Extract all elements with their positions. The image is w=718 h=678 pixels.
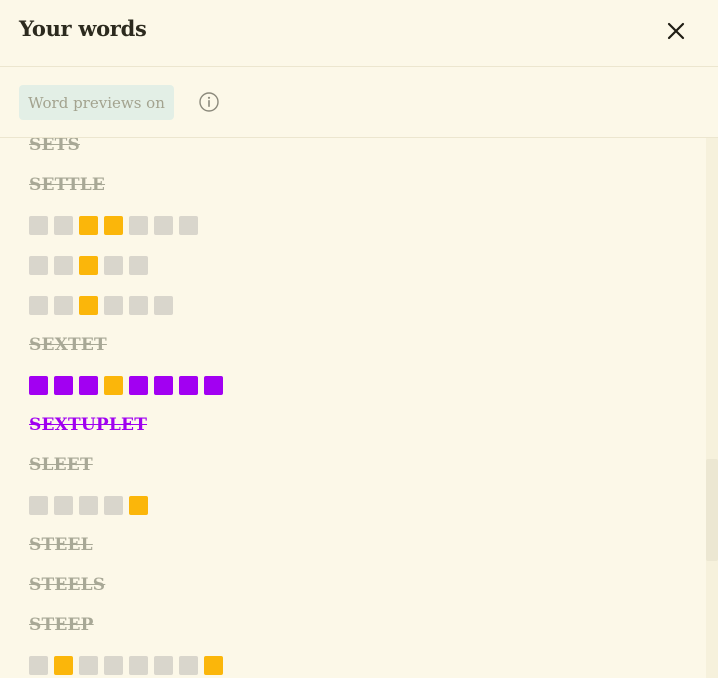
empty-tile xyxy=(104,255,123,275)
found-word: SETS xyxy=(29,138,80,155)
yellow-tile xyxy=(104,375,123,395)
word-row: SLEET xyxy=(29,455,93,475)
purple-tile xyxy=(129,375,148,395)
empty-tile xyxy=(129,295,148,315)
empty-tile xyxy=(154,295,173,315)
close-icon xyxy=(667,22,685,40)
found-word: STEEL xyxy=(29,535,93,555)
scrollbar-thumb[interactable] xyxy=(706,459,718,561)
empty-tile xyxy=(29,255,48,275)
tile-preview-row xyxy=(29,495,154,515)
found-word: STEELS xyxy=(29,575,106,595)
yellow-tile xyxy=(204,655,223,675)
found-word: SEXTET xyxy=(29,335,107,355)
tile-preview-row xyxy=(29,375,229,395)
yellow-tile xyxy=(79,295,98,315)
dialog-title: Your words xyxy=(19,16,147,41)
purple-tile xyxy=(179,375,198,395)
empty-tile xyxy=(29,295,48,315)
word-row: STEEP xyxy=(29,615,94,635)
tile-preview-row xyxy=(29,295,179,315)
found-word: STEEP xyxy=(29,615,94,635)
purple-tile xyxy=(79,375,98,395)
empty-tile xyxy=(104,295,123,315)
tile-preview-row xyxy=(29,655,229,675)
word-row: SEXTET xyxy=(29,335,107,355)
yellow-tile xyxy=(104,215,123,235)
empty-tile xyxy=(79,655,98,675)
empty-tile xyxy=(129,255,148,275)
yellow-tile xyxy=(79,215,98,235)
empty-tile xyxy=(54,255,73,275)
word-row: STEELS xyxy=(29,575,105,595)
word-previews-toggle[interactable]: Word previews on xyxy=(19,85,174,120)
purple-tile xyxy=(29,375,48,395)
yellow-tile xyxy=(79,255,98,275)
empty-tile xyxy=(79,495,98,515)
close-button[interactable] xyxy=(664,19,688,43)
empty-tile xyxy=(104,495,123,515)
info-icon xyxy=(199,92,219,112)
word-row: STEEL xyxy=(29,535,93,555)
empty-tile xyxy=(29,215,48,235)
empty-tile xyxy=(154,215,173,235)
empty-tile xyxy=(104,655,123,675)
empty-tile xyxy=(54,495,73,515)
found-word: SETTLE xyxy=(29,175,106,195)
purple-tile xyxy=(204,375,223,395)
word-list[interactable]: SETS SETTLE SEXTET SEXTUPLET SLEET STEEL STEEL… xyxy=(0,138,706,678)
empty-tile xyxy=(129,655,148,675)
word-row: SEXTUPLET xyxy=(29,415,147,435)
word-row: SETS xyxy=(29,138,80,155)
word-row: SETTLE xyxy=(29,175,105,195)
empty-tile xyxy=(154,655,173,675)
empty-tile xyxy=(179,655,198,675)
purple-tile xyxy=(54,375,73,395)
dialog-header: Your words xyxy=(0,0,718,67)
empty-tile xyxy=(29,655,48,675)
info-button[interactable] xyxy=(198,91,220,113)
empty-tile xyxy=(179,215,198,235)
yellow-tile xyxy=(129,495,148,515)
toolbar: Word previews on xyxy=(0,67,718,138)
tile-preview-row xyxy=(29,255,154,275)
empty-tile xyxy=(129,215,148,235)
empty-tile xyxy=(54,215,73,235)
found-word: SLEET xyxy=(29,455,93,475)
purple-tile xyxy=(154,375,173,395)
scrollbar-track[interactable] xyxy=(706,138,718,678)
tile-preview-row xyxy=(29,215,204,235)
found-word: SEXTUPLET xyxy=(29,415,148,435)
empty-tile xyxy=(54,295,73,315)
empty-tile xyxy=(29,495,48,515)
yellow-tile xyxy=(54,655,73,675)
